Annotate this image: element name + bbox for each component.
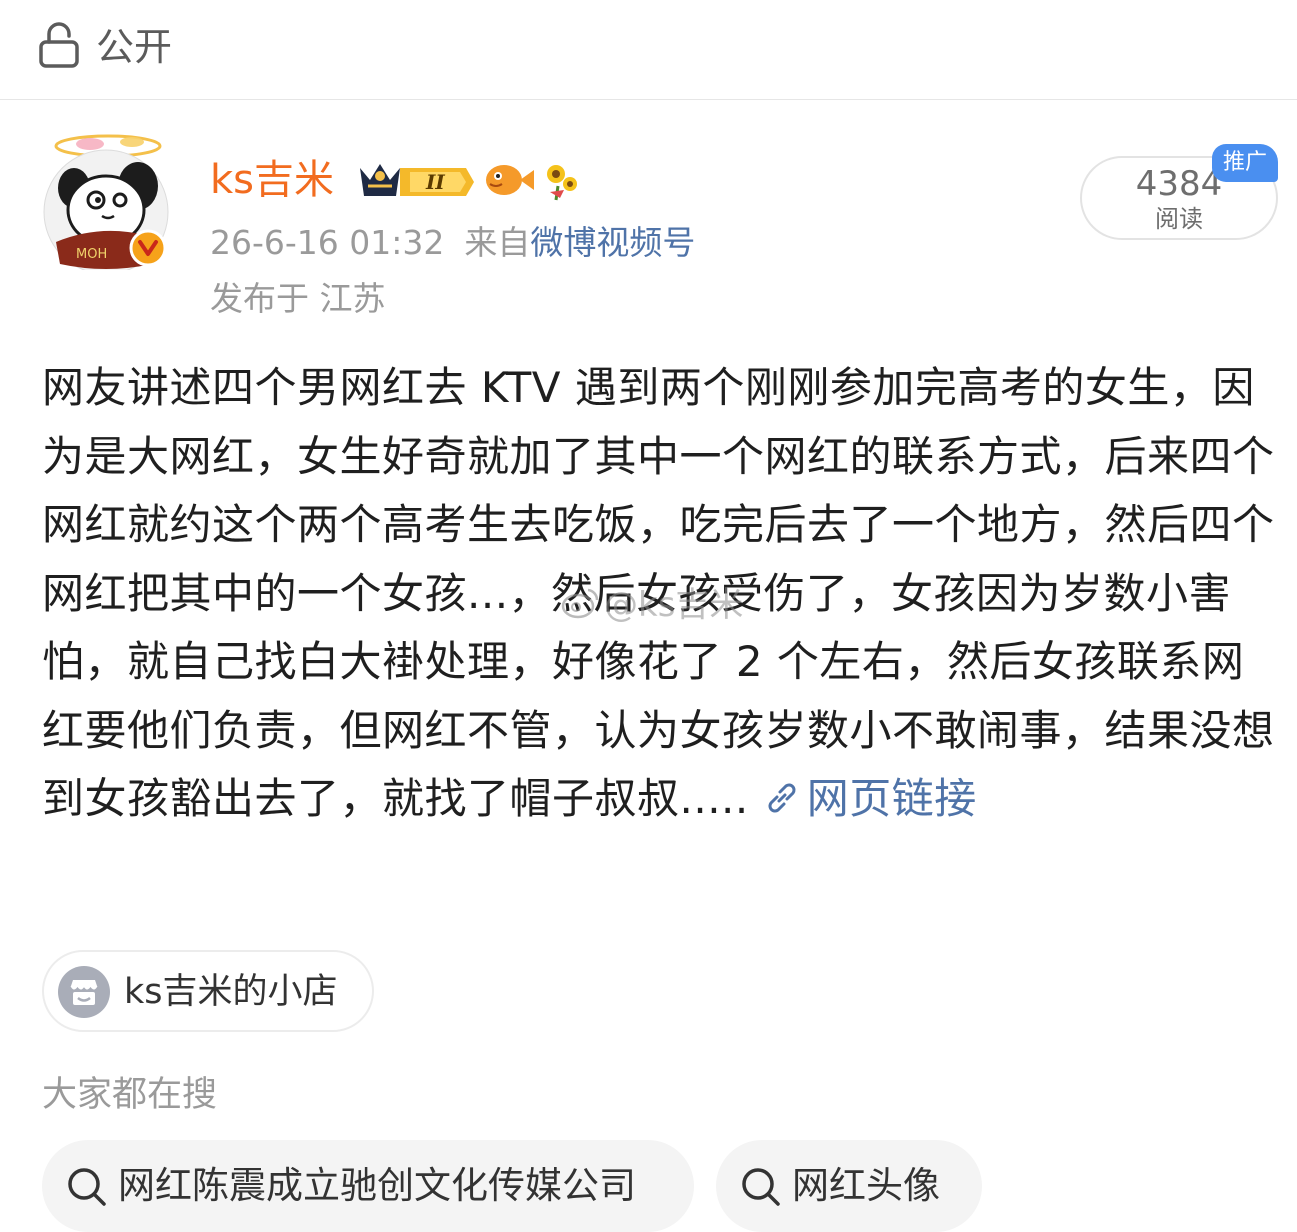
user-badges[interactable]: II <box>356 156 586 202</box>
shop-icon <box>58 966 110 1018</box>
link-icon <box>768 783 796 813</box>
source-link[interactable]: 微博视频号 <box>530 223 695 262</box>
search-header: 大家都在搜 <box>42 1075 218 1115</box>
top-bar: 公开 <box>0 0 1297 100</box>
panda-avatar-icon[interactable]: MOH <box>40 130 175 270</box>
search-icon <box>742 1168 780 1206</box>
post-timestamp: 26-6-16 01:32 <box>210 223 445 262</box>
read-label: 阅读 <box>1155 205 1203 233</box>
search-icon <box>68 1168 106 1206</box>
post-meta: 26-6-16 01:32 来自微博视频号 <box>210 220 695 266</box>
search-chip[interactable]: 网红头像 <box>716 1140 982 1232</box>
visibility-label[interactable]: 公开 <box>96 22 172 72</box>
web-link-label: 网页链接 <box>806 774 977 823</box>
sunflower-icon <box>547 165 577 201</box>
svg-text:MOH: MOH <box>76 247 107 262</box>
crown-level-ii-icon: II <box>360 164 474 196</box>
post-location: 发布于 江苏 <box>210 279 386 318</box>
promo-button[interactable]: 推广 <box>1212 144 1278 182</box>
weibo-logo-icon <box>561 588 599 619</box>
fish-icon <box>486 165 534 195</box>
watermark: @ks吉米 <box>560 582 743 628</box>
search-chip[interactable]: 网红陈震成立驰创文化传媒公司 <box>42 1140 694 1232</box>
unlock-icon <box>39 22 79 68</box>
shop-chip[interactable]: ks吉米的小店 <box>42 950 374 1032</box>
author-name[interactable]: ks吉米 <box>210 154 334 206</box>
watermark-text: @ks吉米 <box>604 585 744 625</box>
web-link[interactable]: 网页链接 <box>749 774 977 823</box>
search-chip-label: 网红头像 <box>792 1164 940 1207</box>
shop-label: ks吉米的小店 <box>124 972 338 1012</box>
source-prefix: 来自 <box>464 223 531 262</box>
search-chip-label: 网红陈震成立驰创文化传媒公司 <box>118 1164 636 1207</box>
svg-text:II: II <box>425 170 445 194</box>
